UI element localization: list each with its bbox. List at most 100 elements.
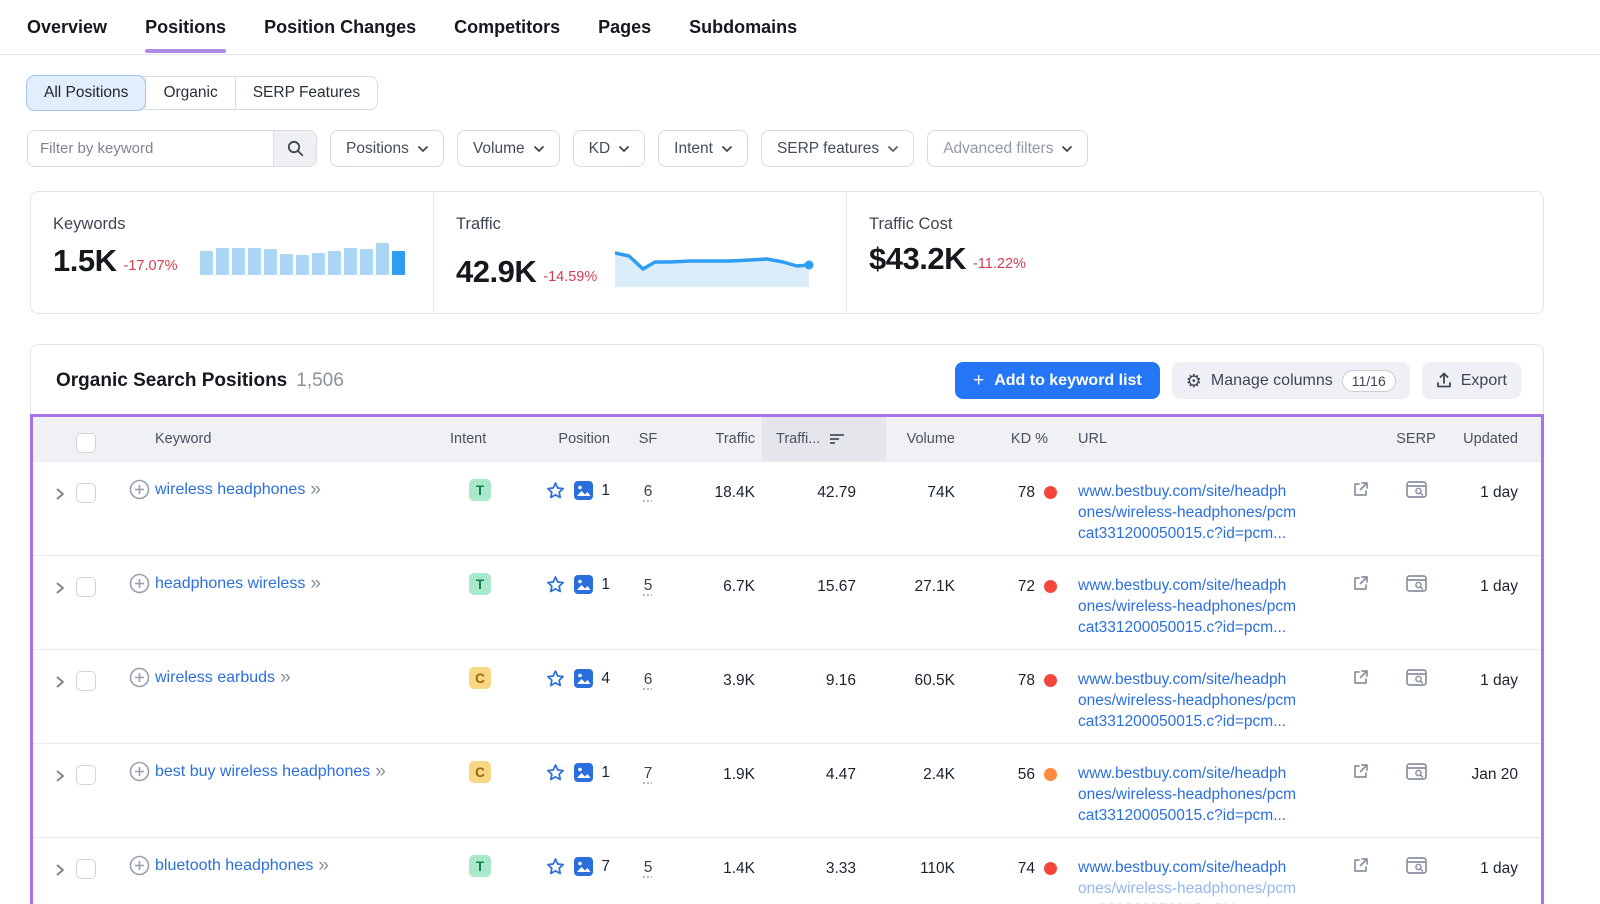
row-checkbox[interactable] xyxy=(76,859,96,879)
sf-value[interactable]: 7 xyxy=(644,765,653,782)
intent-badge: C xyxy=(469,667,491,689)
keyword-filter-input[interactable] xyxy=(28,131,273,166)
expand-chevron-icon[interactable] xyxy=(53,769,67,783)
header-sf[interactable]: SF xyxy=(616,431,680,447)
serp-snapshot-icon[interactable] xyxy=(573,762,594,783)
traffic-cost-change: -11.22% xyxy=(973,256,1026,272)
keyword-link[interactable]: best buy wireless headphones xyxy=(155,761,370,782)
segment-all-positions[interactable]: All Positions xyxy=(27,76,145,110)
header-position[interactable]: Position xyxy=(520,431,616,447)
add-keyword-icon[interactable] xyxy=(129,479,150,500)
tab-subdomains[interactable]: Subdomains xyxy=(689,0,797,55)
sf-value[interactable]: 6 xyxy=(644,671,653,688)
intent-filter-dropdown[interactable]: Intent xyxy=(658,130,748,167)
serp-snapshot-icon[interactable] xyxy=(573,574,594,595)
result-url-link[interactable]: www.bestbuy.com/site/headph ones/wireles… xyxy=(1064,838,1352,904)
serp-snapshot-icon[interactable] xyxy=(573,856,594,877)
favorite-star-icon[interactable] xyxy=(545,574,566,595)
serp-preview-icon[interactable] xyxy=(1406,575,1427,593)
select-all-checkbox[interactable] xyxy=(76,433,96,453)
keywords-stat: Keywords 1.5K -17.07% xyxy=(31,192,433,313)
favorite-star-icon[interactable] xyxy=(545,856,566,877)
add-keyword-icon[interactable] xyxy=(129,761,150,782)
export-button[interactable]: Export xyxy=(1422,362,1521,399)
result-url-link[interactable]: www.bestbuy.com/site/headph ones/wireles… xyxy=(1064,462,1352,544)
kd-value: 74 xyxy=(1018,858,1035,879)
result-url-link[interactable]: www.bestbuy.com/site/headph ones/wireles… xyxy=(1064,650,1352,732)
segment-organic[interactable]: Organic xyxy=(145,77,234,109)
open-keyword-icon[interactable]: » xyxy=(318,856,329,875)
add-keyword-icon[interactable] xyxy=(129,667,150,688)
external-link-icon[interactable] xyxy=(1352,763,1369,780)
add-keyword-icon[interactable] xyxy=(129,573,150,594)
expand-chevron-icon[interactable] xyxy=(53,863,67,877)
organic-search-positions-card: Organic Search Positions 1,506 + Add to … xyxy=(30,344,1544,904)
expand-chevron-icon[interactable] xyxy=(53,581,67,595)
kd-filter-dropdown[interactable]: KD xyxy=(573,130,646,167)
traffic-sparkline-dot xyxy=(805,261,814,270)
favorite-star-icon[interactable] xyxy=(545,480,566,501)
keyword-link[interactable]: bluetooth headphones xyxy=(155,855,313,876)
add-keyword-icon[interactable] xyxy=(129,855,150,876)
tab-competitors[interactable]: Competitors xyxy=(454,0,560,55)
tab-positions[interactable]: Positions xyxy=(145,0,226,55)
result-url-link[interactable]: www.bestbuy.com/site/headph ones/wireles… xyxy=(1064,556,1352,638)
updated-cell: 1 day xyxy=(1448,650,1537,691)
expand-chevron-icon[interactable] xyxy=(53,487,67,501)
advanced-filters-dropdown[interactable]: Advanced filters xyxy=(927,130,1088,167)
external-link-icon[interactable] xyxy=(1352,481,1369,498)
keyword-link[interactable]: wireless earbuds xyxy=(155,667,275,688)
serp-preview-icon[interactable] xyxy=(1406,669,1427,687)
open-keyword-icon[interactable]: » xyxy=(375,762,386,781)
volume-filter-dropdown[interactable]: Volume xyxy=(457,130,560,167)
tab-overview[interactable]: Overview xyxy=(27,0,107,55)
favorite-star-icon[interactable] xyxy=(545,762,566,783)
positions-table: Keyword Intent Position SF Traffic Traff… xyxy=(33,417,1541,904)
header-volume[interactable]: Volume xyxy=(886,431,962,447)
sf-value[interactable]: 5 xyxy=(644,577,653,594)
row-checkbox[interactable] xyxy=(76,671,96,691)
sf-value[interactable]: 5 xyxy=(644,859,653,876)
search-button[interactable] xyxy=(273,131,316,166)
tab-position-changes[interactable]: Position Changes xyxy=(264,0,416,55)
result-url-link[interactable]: www.bestbuy.com/site/headph ones/wireles… xyxy=(1064,744,1352,826)
serp-preview-icon[interactable] xyxy=(1406,481,1427,499)
favorite-star-icon[interactable] xyxy=(545,668,566,689)
keyword-link[interactable]: headphones wireless xyxy=(155,573,305,594)
chevron-down-icon xyxy=(534,144,544,154)
header-kd[interactable]: KD % xyxy=(962,431,1064,447)
row-checkbox[interactable] xyxy=(76,483,96,503)
manage-columns-button[interactable]: ⚙ Manage columns 11/16 xyxy=(1172,362,1410,399)
open-keyword-icon[interactable]: » xyxy=(310,574,321,593)
serp-snapshot-icon[interactable] xyxy=(573,668,594,689)
serp-preview-icon[interactable] xyxy=(1406,763,1427,781)
header-url[interactable]: URL xyxy=(1064,431,1352,447)
header-traffic-pct[interactable]: Traffi... xyxy=(762,417,886,461)
traffic-pct-cell: 3.33 xyxy=(762,838,886,879)
expand-chevron-icon[interactable] xyxy=(53,675,67,689)
sf-value[interactable]: 6 xyxy=(644,483,653,500)
header-intent[interactable]: Intent xyxy=(440,431,520,447)
external-link-icon[interactable] xyxy=(1352,575,1369,592)
tab-pages[interactable]: Pages xyxy=(598,0,651,55)
chevron-down-icon xyxy=(619,144,629,154)
row-checkbox[interactable] xyxy=(76,577,96,597)
keyword-link[interactable]: wireless headphones xyxy=(155,479,305,500)
serp-snapshot-icon[interactable] xyxy=(573,480,594,501)
traffic-cost-label: Traffic Cost xyxy=(869,215,1543,234)
external-link-icon[interactable] xyxy=(1352,857,1369,874)
positions-filter-dropdown[interactable]: Positions xyxy=(330,130,444,167)
header-keyword[interactable]: Keyword xyxy=(118,431,440,447)
header-updated[interactable]: Updated xyxy=(1448,431,1537,447)
header-traffic[interactable]: Traffic xyxy=(680,431,762,447)
serp-preview-icon[interactable] xyxy=(1406,857,1427,875)
open-keyword-icon[interactable]: » xyxy=(310,480,321,499)
serp-features-filter-dropdown[interactable]: SERP features xyxy=(761,130,914,167)
external-link-icon[interactable] xyxy=(1352,669,1369,686)
row-checkbox[interactable] xyxy=(76,765,96,785)
add-to-keyword-list-button[interactable]: + Add to keyword list xyxy=(955,362,1160,399)
segment-serp-features[interactable]: SERP Features xyxy=(235,77,377,109)
volume-cell: 27.1K xyxy=(886,556,962,597)
open-keyword-icon[interactable]: » xyxy=(280,668,291,687)
filter-bar: Positions Volume KD Intent SERP features… xyxy=(0,110,1600,167)
